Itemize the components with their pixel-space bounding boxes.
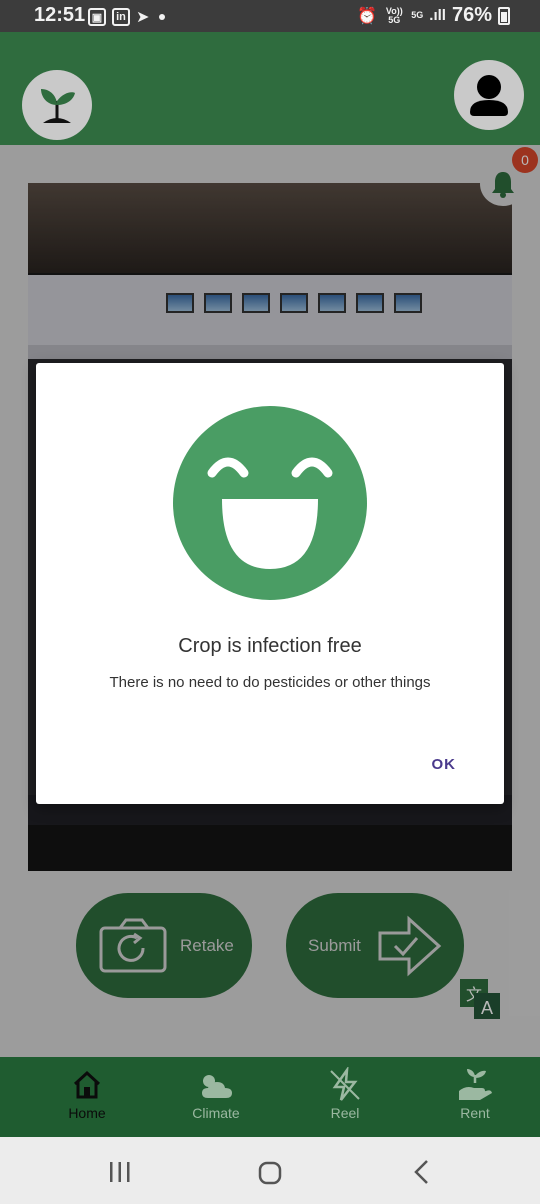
recent-apps-icon[interactable] <box>108 1161 132 1183</box>
nav-rent-label: Rent <box>460 1105 490 1121</box>
profile-button[interactable] <box>454 60 524 130</box>
happy-face-icon <box>173 406 367 600</box>
linkedin-icon: in <box>112 8 130 26</box>
nav-rent[interactable]: Rent <box>430 1065 520 1121</box>
system-navigation-bar <box>0 1137 540 1204</box>
user-icon <box>470 75 508 116</box>
battery-icon <box>498 6 510 25</box>
telegram-icon: ➤ <box>136 9 150 26</box>
ok-button[interactable]: OK <box>432 756 457 773</box>
back-icon[interactable] <box>412 1159 432 1185</box>
notification-icons: ▣ in ➤ <box>88 7 166 27</box>
home-icon <box>73 1070 101 1099</box>
nav-reel-label: Reel <box>330 1105 360 1121</box>
dialog-message: There is no need to do pesticides or oth… <box>109 674 431 691</box>
nav-climate[interactable]: Climate <box>171 1065 261 1121</box>
seedling-icon <box>41 89 75 123</box>
bottom-navigation: Home Climate Reel Rent <box>0 1057 540 1137</box>
lightning-icon <box>330 1067 360 1101</box>
clock: 12:51 <box>34 4 86 26</box>
hand-plant-icon <box>459 1069 492 1100</box>
nav-home[interactable]: Home <box>42 1065 132 1121</box>
more-dot-icon <box>159 14 166 20</box>
app-header <box>0 32 540 145</box>
alarm-icon: ⏰ <box>357 7 378 25</box>
result-dialog: Crop is infection free There is no need … <box>36 363 504 804</box>
system-indicators: ⏰ Vo)) 5G 5G .ıll 76% <box>357 4 510 27</box>
gallery-icon: ▣ <box>88 8 106 26</box>
status-bar: 12:51 ▣ in ➤ ⏰ Vo)) 5G 5G .ıll 76% <box>0 0 540 32</box>
nav-home-label: Home <box>68 1105 106 1121</box>
signal-icon: .ıll <box>429 7 446 24</box>
volte-label: Vo)) 5G <box>385 5 403 25</box>
home-system-icon[interactable] <box>258 1161 282 1185</box>
battery-percent: 76% <box>451 4 492 26</box>
network-type-label: 5G <box>411 10 424 20</box>
dialog-title: Crop is infection free <box>178 635 362 657</box>
app-logo[interactable] <box>22 70 92 140</box>
weather-icon <box>202 1075 232 1098</box>
nav-climate-label: Climate <box>192 1105 240 1121</box>
nav-reel[interactable]: Reel <box>300 1065 390 1121</box>
